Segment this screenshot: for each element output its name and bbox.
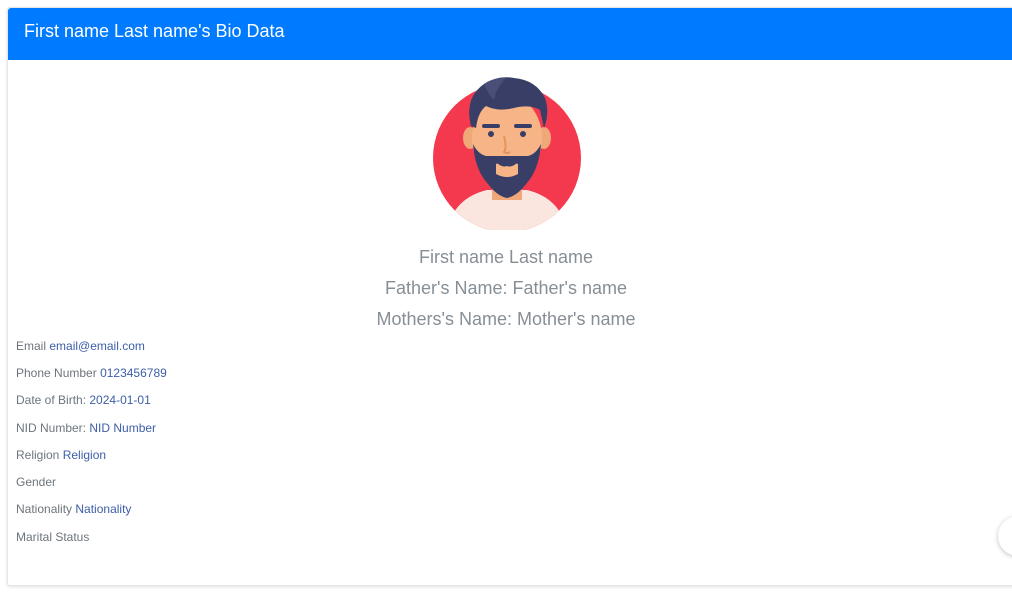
detail-phone: Phone Number 0123456789: [16, 365, 167, 381]
page-title: First name Last name's Bio Data: [24, 21, 285, 41]
detail-label: Religion: [16, 448, 60, 462]
detail-label: Date of Birth:: [16, 393, 87, 407]
detail-label: Nationality: [16, 502, 73, 516]
mother-name: Mothers's Name: Mother's name: [376, 309, 636, 329]
detail-nid: NID Number: NID Number: [16, 420, 156, 436]
bearded-man-avatar-icon: [433, 77, 581, 230]
detail-label: Phone Number: [16, 366, 97, 380]
detail-marital-status: Marital Status: [16, 529, 89, 545]
detail-value: Nationality: [75, 502, 132, 516]
full-name: First name Last name: [418, 247, 594, 267]
detail-value: 2024-01-01: [89, 393, 151, 407]
detail-nationality: Nationality Nationality: [16, 501, 131, 517]
detail-label: NID Number:: [16, 421, 87, 435]
detail-value: email@email.com: [49, 339, 145, 353]
detail-label: Email: [16, 339, 47, 353]
card-header: First name Last name's Bio Data: [8, 8, 1012, 60]
detail-label: Gender: [16, 475, 57, 489]
detail-value: Religion: [62, 448, 107, 462]
detail-gender: Gender: [16, 474, 56, 490]
detail-label: Marital Status: [16, 530, 90, 544]
detail-email: Email email@email.com: [16, 338, 145, 354]
father-name: Father's Name: Father's name: [385, 278, 627, 298]
detail-value: NID Number: [89, 421, 157, 435]
detail-religion: Religion Religion: [16, 447, 106, 463]
detail-dob: Date of Birth: 2024-01-01: [16, 392, 151, 408]
detail-value: 0123456789: [100, 366, 167, 380]
